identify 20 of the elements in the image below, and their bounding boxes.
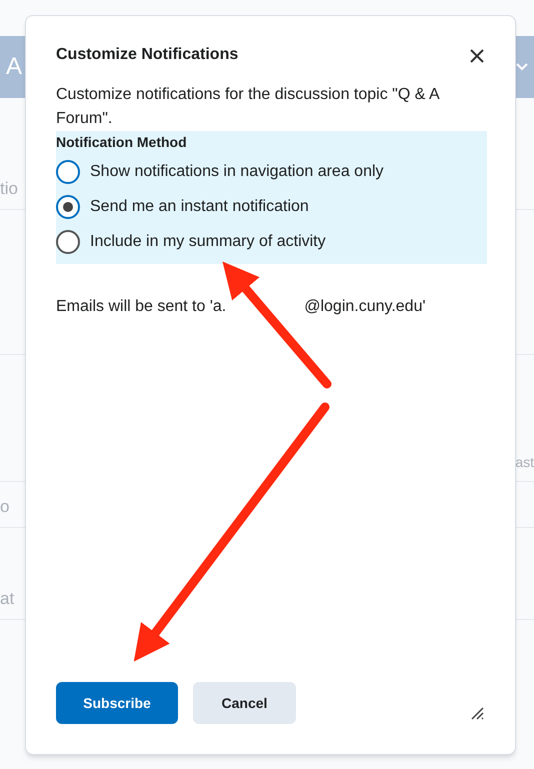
resize-handle-icon[interactable]: [471, 706, 485, 720]
radio-button[interactable]: [56, 230, 80, 254]
radio-label: Send me an instant notification: [90, 197, 309, 217]
background-text: ast: [515, 453, 534, 472]
background-text: tio: [0, 178, 18, 200]
background-text: o: [0, 496, 10, 518]
legend: Notification Method: [56, 131, 487, 153]
cancel-button[interactable]: Cancel: [193, 682, 296, 724]
radio-button[interactable]: [56, 160, 80, 184]
email-text: @login.cuny.edu': [304, 297, 426, 317]
close-icon[interactable]: [470, 49, 484, 63]
header-text: A: [6, 52, 22, 82]
radio-label: Show notifications in navigation area only: [90, 162, 384, 182]
email-text: Emails will be sent to 'a.: [56, 297, 226, 317]
dialog-title: Customize Notifications: [56, 45, 238, 65]
subscribe-button[interactable]: Subscribe: [56, 682, 178, 724]
radio-button[interactable]: [56, 195, 80, 219]
background-text: at: [0, 588, 14, 610]
description: Customize notifications for the discussion topic "Q & A Forum".: [56, 85, 440, 129]
radio-label: Include in my summary of activity: [90, 232, 326, 252]
